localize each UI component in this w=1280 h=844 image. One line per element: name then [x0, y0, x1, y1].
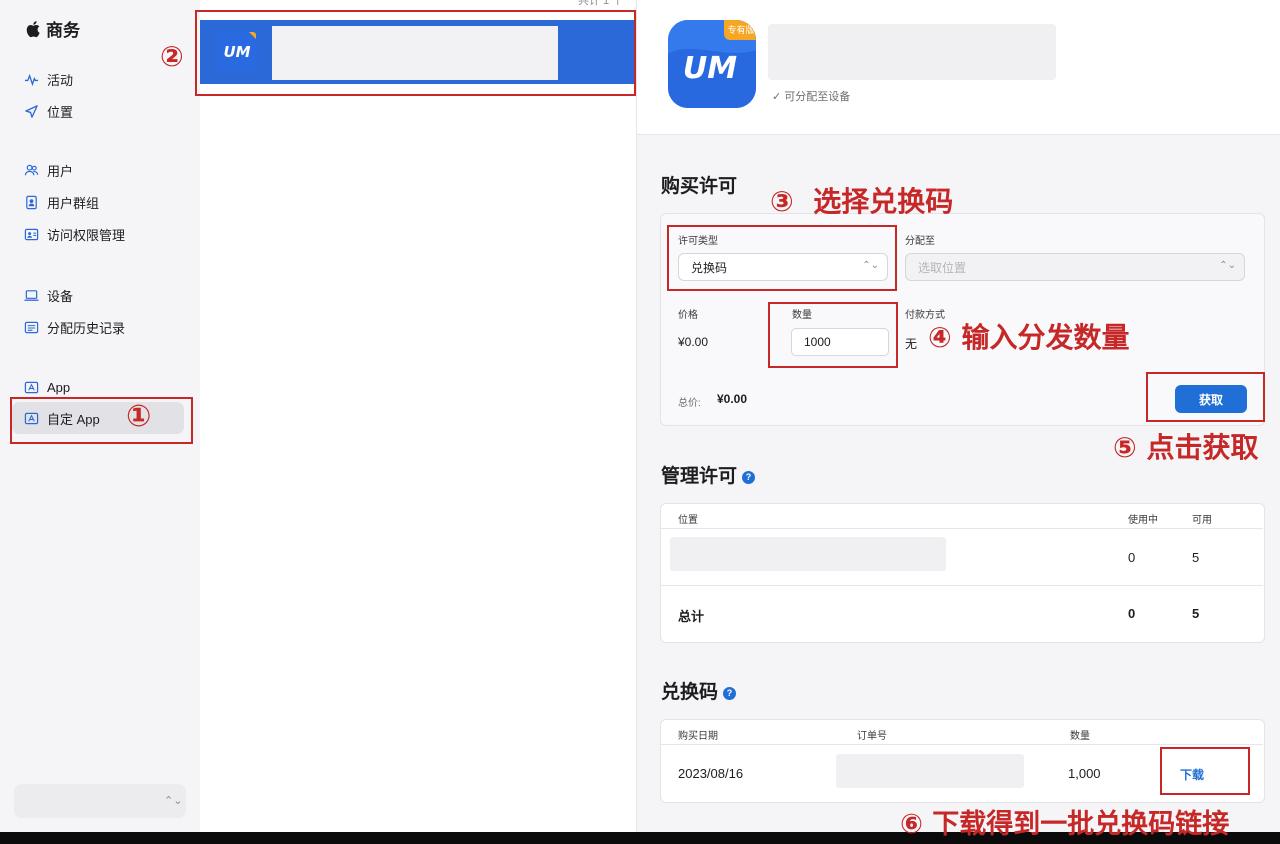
code-row-date: 2023/08/16 [678, 766, 744, 781]
codes-title-text: 兑换码 [661, 682, 719, 703]
sidebar-item-users[interactable]: 用户 [24, 159, 73, 181]
price-label: 价格 [678, 310, 698, 321]
sidebar-item-user-groups[interactable]: 用户群组 [24, 191, 99, 213]
id-card-icon [24, 228, 39, 240]
annotation-6: ⑥ 下载得到一批兑换码链接 [900, 809, 1230, 840]
brand: 商务 [26, 16, 80, 41]
total-value: ¥0.00 [717, 392, 748, 406]
price-value: ¥0.00 [678, 335, 709, 349]
app-icon [24, 381, 39, 393]
assign-to-placeholder: 选取位置 [918, 260, 967, 275]
svg-text:UM: UM [683, 51, 737, 86]
codes-title: 兑换码? [661, 677, 737, 704]
annotation-box-6 [1160, 747, 1250, 795]
user-group-icon [26, 195, 37, 209]
location-arrow-icon [25, 104, 38, 118]
app-list-pane [200, 0, 637, 844]
sidebar-item-app[interactable]: App [24, 376, 70, 398]
annotation-5: ⑤ 点击获取 [1113, 431, 1259, 464]
col-date: 购买日期 [678, 731, 718, 742]
row-available: 5 [1192, 550, 1200, 565]
sidebar-item-label: 用户 [47, 163, 74, 179]
annotation-2: ② [160, 40, 184, 73]
app-large-icon: UM 专有版 [668, 20, 756, 108]
payment-value: 无 [905, 337, 918, 351]
sidebar-item-location[interactable]: 位置 [24, 100, 73, 122]
apple-logo-icon [26, 20, 40, 37]
assign-to-label: 分配至 [905, 236, 935, 247]
row-in-use: 0 [1128, 550, 1136, 565]
annotation-box-3 [667, 225, 897, 291]
assign-to-select[interactable]: 选取位置 ⌃⌄ [905, 253, 1245, 281]
sidebar-item-label: App [47, 379, 71, 395]
col-available: 可用 [1192, 515, 1212, 526]
total-in-use: 0 [1128, 606, 1136, 621]
col-qty: 数量 [1070, 731, 1090, 742]
help-icon[interactable]: ? [742, 471, 756, 484]
brand-label: 商务 [46, 21, 80, 40]
manage-title-text: 管理许可 [661, 466, 738, 487]
account-selector[interactable] [14, 784, 186, 818]
col-order: 订单号 [857, 731, 887, 742]
sidebar-item-label: 设备 [47, 288, 74, 304]
sidebar-item-label: 位置 [47, 104, 74, 120]
col-in-use: 使用中 [1128, 515, 1158, 526]
order-number-redacted [836, 754, 1024, 788]
total-row-label: 总计 [678, 609, 705, 624]
assignable-label: ✓ 可分配至设备 [772, 91, 851, 103]
manage-title: 管理许可? [661, 461, 756, 488]
total-available: 5 [1192, 606, 1200, 621]
list-count: 共计 1 个 [578, 0, 624, 7]
annotation-box-2 [195, 10, 636, 96]
app-badge: 专有版 [724, 20, 756, 40]
sidebar-item-label: 用户群组 [47, 195, 100, 211]
location-name-redacted [670, 537, 946, 571]
sidebar-item-access[interactable]: 访问权限管理 [24, 223, 125, 245]
sidebar-item-devices[interactable]: 设备 [24, 284, 73, 306]
annotation-box-4 [768, 302, 898, 368]
annotation-4: ④ 输入分发数量 [928, 321, 1130, 354]
col-location: 位置 [678, 515, 698, 526]
history-list-icon [24, 321, 39, 333]
annotation-box-1 [10, 397, 193, 444]
sidebar-item-label: 活动 [47, 72, 74, 88]
manage-licenses-table [660, 503, 1265, 643]
divider [661, 585, 1263, 586]
sidebar-item-label: 访问权限管理 [47, 227, 126, 243]
code-row-qty: 1,000 [1068, 766, 1101, 781]
sidebar-item-label: 分配历史记录 [47, 320, 126, 336]
annotation-1: ① [126, 399, 152, 434]
sidebar-item-activity[interactable]: 活动 [24, 68, 73, 90]
chevron-updown-icon: ⌃⌄ [164, 795, 183, 807]
total-label: 总价: [678, 398, 701, 409]
users-icon [24, 164, 39, 175]
help-icon[interactable]: ? [723, 687, 737, 700]
laptop-icon [24, 289, 39, 301]
app-title-redacted [768, 24, 1056, 80]
purchase-title: 购买许可 [661, 176, 738, 197]
annotation-box-5 [1146, 372, 1265, 422]
sidebar-item-history[interactable]: 分配历史记录 [24, 316, 125, 338]
annotation-3: ③ 选择兑换码 [770, 185, 954, 218]
divider [661, 744, 1263, 745]
activity-icon [24, 73, 39, 86]
divider [661, 528, 1263, 529]
chevron-updown-icon: ⌃⌄ [1219, 260, 1236, 271]
